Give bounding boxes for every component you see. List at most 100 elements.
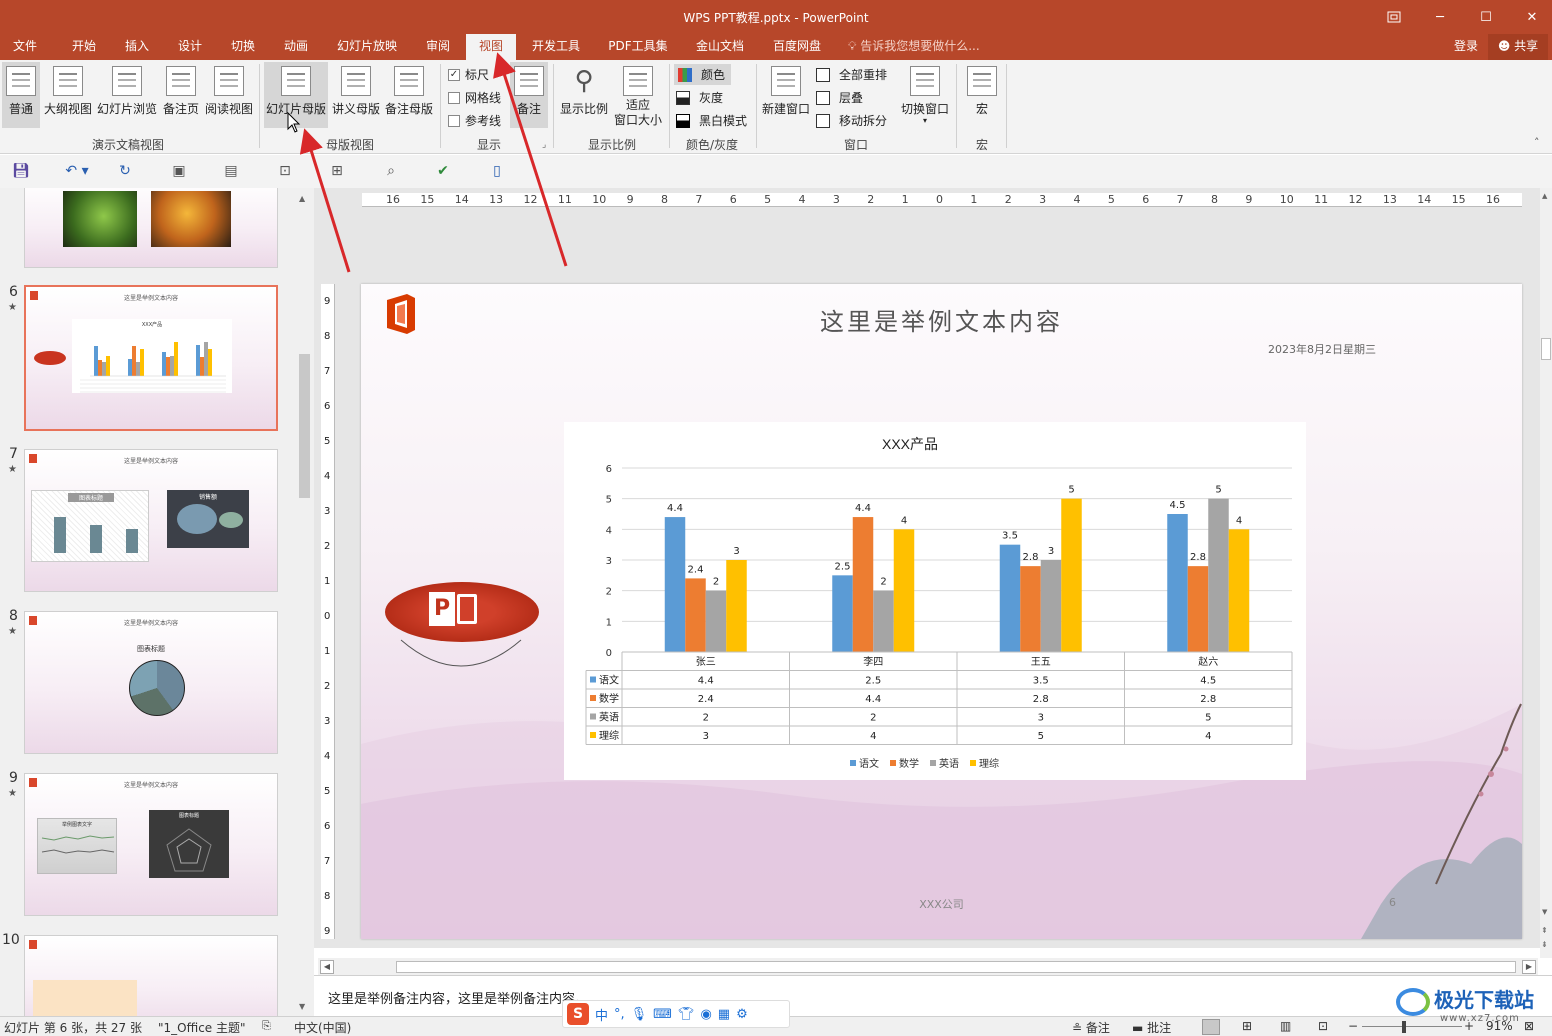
- present-current-icon[interactable]: ⊞: [328, 163, 346, 179]
- close-button[interactable]: ✕: [1509, 0, 1552, 34]
- scroll-left-icon[interactable]: ◀: [320, 960, 334, 974]
- sogou-logo-icon[interactable]: S: [567, 1003, 589, 1025]
- document-icon[interactable]: ▯: [488, 163, 506, 179]
- restore-icon[interactable]: [1371, 0, 1417, 34]
- comments-status-button[interactable]: ▬ 批注: [1132, 1019, 1171, 1036]
- tab-home[interactable]: 开始: [62, 34, 106, 60]
- slide-thumbnail-6[interactable]: 这里是举例文本内容 XXX产品: [24, 285, 278, 431]
- keyboard-icon[interactable]: ⌨: [653, 1007, 672, 1022]
- slide-canvas[interactable]: 这里是举例文本内容 2023年8月2日星期三 P XXX产品 0 1 2 3 4 5 6 4.4…: [361, 284, 1522, 939]
- ruler-checkbox[interactable]: ✓ 标尺: [448, 66, 489, 83]
- ime-toolbar[interactable]: S 中 °, 🎙︎ ⌨ 👕︎ ◉ ▦ ⚙: [562, 1000, 790, 1028]
- zoom-slider[interactable]: [1362, 1026, 1462, 1027]
- slide-thumbnail-8[interactable]: 这里是举例文本内容 图表标题: [24, 611, 278, 754]
- normal-view-button[interactable]: 普通: [2, 62, 40, 128]
- outline-view-button[interactable]: 大纲视图: [42, 62, 94, 128]
- reading-view-button[interactable]: 阅读视图: [204, 62, 254, 128]
- collapse-ribbon-icon[interactable]: ˄: [1534, 136, 1540, 149]
- spellcheck-status-icon[interactable]: ⎘: [262, 1019, 271, 1033]
- new-window-button[interactable]: 新建窗口: [760, 62, 812, 128]
- slide-title[interactable]: 这里是举例文本内容: [361, 302, 1522, 337]
- tab-file[interactable]: 文件: [4, 34, 46, 60]
- prev-slide-icon[interactable]: ⇞: [1541, 926, 1548, 935]
- skin-shirt-icon[interactable]: 👕︎: [678, 1007, 695, 1022]
- slide-sorter-status-icon[interactable]: ⊞: [1242, 1019, 1252, 1033]
- editor-vertical-scrollbar[interactable]: ▲ ▼ ⇞ ⇟: [1540, 188, 1552, 958]
- scroll-down-icon[interactable]: ▼: [1542, 908, 1547, 916]
- zoom-button[interactable]: ⚲ 显示比例: [558, 62, 610, 128]
- handout-master-button[interactable]: 讲义母版: [330, 62, 382, 128]
- tab-slideshow[interactable]: 幻灯片放映: [330, 34, 404, 60]
- tab-developer[interactable]: 开发工具: [526, 34, 586, 60]
- scroll-up-icon[interactable]: ▲: [1542, 192, 1547, 200]
- new-slide-icon[interactable]: ▣: [170, 163, 188, 179]
- tab-transitions[interactable]: 切换: [221, 34, 265, 60]
- save-icon[interactable]: 💾︎: [12, 163, 30, 179]
- slide-page-number[interactable]: 6: [1389, 896, 1396, 909]
- language-status[interactable]: 中文(中国): [294, 1019, 351, 1036]
- redo-icon[interactable]: ↻: [116, 163, 134, 179]
- macro-button[interactable]: 宏: [962, 62, 1002, 128]
- tab-animations[interactable]: 动画: [274, 34, 318, 60]
- tab-insert[interactable]: 插入: [115, 34, 159, 60]
- spell-check-icon[interactable]: ✔: [434, 163, 452, 179]
- black-white-button[interactable]: 黑白模式: [676, 112, 747, 129]
- thumbnail-scroll-thumb[interactable]: [299, 354, 310, 498]
- color-button[interactable]: 颜色: [674, 64, 732, 85]
- next-slide-icon[interactable]: ⇟: [1541, 940, 1548, 949]
- slide-thumbnail-5[interactable]: [24, 188, 278, 268]
- ime-chinese-toggle[interactable]: 中: [595, 1005, 608, 1024]
- login-link[interactable]: 登录: [1448, 34, 1484, 60]
- guides-checkbox[interactable]: 参考线: [448, 112, 501, 129]
- slide-sorter-button[interactable]: 幻灯片浏览: [96, 62, 158, 128]
- ime-punctuation-toggle[interactable]: °,: [614, 1007, 625, 1022]
- reading-view-status-icon[interactable]: ▥: [1280, 1019, 1291, 1033]
- notes-page-button[interactable]: 备注页: [160, 62, 202, 128]
- normal-view-status-icon[interactable]: [1202, 1019, 1220, 1035]
- notes-toggle-button[interactable]: 备注: [510, 62, 548, 128]
- present-from-start-icon[interactable]: ⊡: [276, 163, 294, 179]
- slide-thumbnail-9[interactable]: 这里是举例文本内容 举例图表文字 图表标题: [24, 773, 278, 916]
- fit-to-window-button[interactable]: 适应 窗口大小: [612, 62, 664, 132]
- notes-pane[interactable]: 这里是举例备注内容，这里是举例备注内容。: [314, 975, 1552, 1016]
- thumbnail-scrollbar[interactable]: ▲ ▼: [296, 188, 314, 1016]
- tab-view[interactable]: 视图: [466, 34, 516, 60]
- scroll-right-icon[interactable]: ▶: [1522, 960, 1536, 974]
- layout-icon[interactable]: ▤: [222, 163, 240, 179]
- dialog-launcher-icon[interactable]: ⌟: [542, 140, 546, 150]
- switch-windows-button[interactable]: 切换窗口 ▾: [898, 62, 952, 132]
- microphone-icon[interactable]: 🎙︎: [631, 1007, 648, 1022]
- horizontal-scroll-thumb[interactable]: [396, 961, 1516, 973]
- notes-master-button[interactable]: 备注母版: [384, 62, 434, 128]
- tab-pdf-tools[interactable]: PDF工具集: [604, 34, 672, 60]
- slide-thumbnail-7[interactable]: 这里是举例文本内容 图表标题 销售额: [24, 449, 278, 592]
- maximize-button[interactable]: ☐: [1463, 0, 1509, 34]
- slide-thumbnail-10[interactable]: [24, 935, 278, 1016]
- move-split-button[interactable]: 移动拆分: [816, 112, 887, 129]
- tell-me-box[interactable]: 💡︎ 告诉我您想要做什么...: [848, 34, 998, 60]
- tab-baidu-netdisk[interactable]: 百度网盘: [766, 34, 828, 60]
- slide-footer[interactable]: XXX公司: [361, 896, 1522, 912]
- arrange-all-button[interactable]: 全部重排: [816, 66, 887, 83]
- scroll-up-icon[interactable]: ▲: [299, 194, 305, 203]
- grayscale-button[interactable]: 灰度: [676, 89, 723, 106]
- undo-icon[interactable]: ↶ ▾: [60, 163, 94, 179]
- gamepad-icon[interactable]: ◉: [700, 1007, 711, 1022]
- slideshow-status-icon[interactable]: ⊡: [1318, 1019, 1328, 1033]
- tab-kingsoft-docs[interactable]: 金山文档: [690, 34, 750, 60]
- cascade-button[interactable]: 层叠: [816, 89, 863, 106]
- minimize-button[interactable]: ─: [1417, 0, 1463, 34]
- apps-grid-icon[interactable]: ▦: [718, 1007, 730, 1022]
- scroll-down-icon[interactable]: ▼: [299, 1002, 305, 1011]
- zoom-out-icon[interactable]: −: [1348, 1019, 1358, 1033]
- slide-date[interactable]: 2023年8月2日星期三: [1268, 341, 1376, 357]
- bar-chart[interactable]: XXX产品 0 1 2 3 4 5 6 4.4 2.4 2 3 2.5 4.4 2 4 3.5 2.8 3 5 4.5 2…: [564, 422, 1306, 780]
- notes-text[interactable]: 这里是举例备注内容，这里是举例备注内容。: [328, 988, 588, 1007]
- share-button[interactable]: ☻ 共享: [1488, 34, 1548, 60]
- settings-gear-icon[interactable]: ⚙: [736, 1007, 748, 1022]
- tab-review[interactable]: 审阅: [416, 34, 460, 60]
- editor-scroll-thumb[interactable]: [1541, 338, 1551, 360]
- notes-status-button[interactable]: ≗ 备注: [1072, 1019, 1110, 1036]
- print-preview-icon[interactable]: ⌕: [382, 163, 400, 179]
- tab-design[interactable]: 设计: [168, 34, 212, 60]
